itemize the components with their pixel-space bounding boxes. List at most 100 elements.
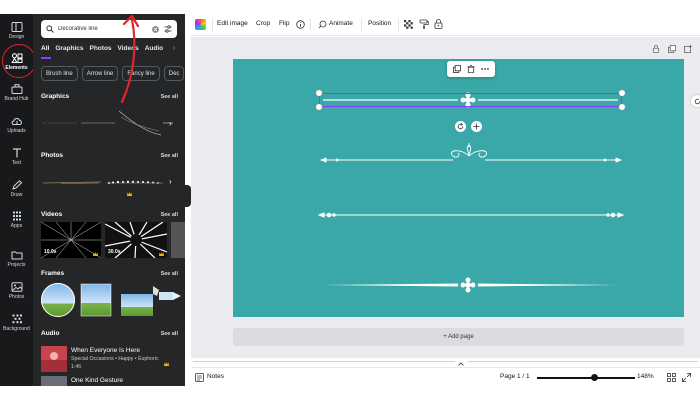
search-input[interactable] — [58, 26, 152, 32]
rail-label: Text — [11, 160, 22, 166]
rail-label: Uploads — [7, 128, 26, 134]
position-button[interactable]: Position — [368, 20, 391, 27]
rail-item-text[interactable]: Text — [0, 144, 33, 174]
chip-fancy-line[interactable]: Fancy line — [122, 66, 160, 81]
fullscreen-icon[interactable] — [682, 373, 691, 382]
flip-button[interactable]: Flip — [279, 20, 289, 27]
edit-image-button[interactable]: Edit image — [217, 20, 248, 27]
page-indicator[interactable]: Page 1 / 1 — [500, 373, 530, 380]
photos-thumbnails[interactable] — [41, 169, 173, 199]
tab-videos[interactable]: Videos — [118, 45, 139, 57]
color-picker[interactable] — [195, 19, 206, 30]
rail-item-background[interactable]: Background — [0, 310, 33, 340]
chevron-right-icon[interactable]: › — [173, 45, 175, 52]
rail-item-uploads[interactable]: Uploads — [0, 112, 33, 142]
grid-apps-icon — [12, 211, 21, 221]
add-page-icon[interactable] — [684, 45, 692, 53]
rail-item-draw[interactable]: Draw — [0, 176, 33, 206]
selection-box[interactable] — [316, 90, 625, 110]
notes-button[interactable]: Notes — [207, 373, 224, 380]
text-t-icon — [12, 148, 21, 158]
resize-handle[interactable] — [619, 90, 625, 96]
rail-label: Projects — [7, 262, 26, 268]
album-art[interactable] — [41, 376, 67, 386]
rail-item-apps[interactable]: Apps — [0, 207, 33, 237]
info-icon[interactable] — [296, 20, 305, 29]
zoom-level[interactable]: 148% — [637, 373, 654, 380]
track-duration: 1:46 — [71, 364, 82, 370]
resize-handle[interactable] — [619, 104, 625, 110]
zoom-slider-track[interactable] — [537, 377, 635, 379]
rail-item-photos[interactable]: Photos — [0, 278, 33, 308]
chevron-up-icon — [458, 362, 464, 366]
editor-toolbar: Edit image Crop Flip Animate Position — [191, 14, 700, 36]
videos-see-all[interactable]: See all — [161, 212, 178, 218]
rail-label: Photos — [8, 294, 25, 300]
add-page-button[interactable]: + Add page — [233, 328, 684, 346]
chip-brush-line[interactable]: Brush line — [41, 66, 78, 81]
graphics-see-all[interactable]: See all — [161, 94, 178, 100]
grid-view-icon[interactable] — [667, 373, 676, 382]
toolbar-divider — [310, 19, 311, 31]
tab-graphics[interactable]: Graphics — [55, 45, 83, 57]
clear-icon[interactable] — [152, 25, 159, 33]
trash-icon[interactable] — [467, 65, 475, 73]
filter-icon[interactable] — [164, 25, 172, 33]
folder-icon — [11, 251, 22, 260]
animate-button[interactable]: Animate — [329, 20, 353, 27]
lock-icon[interactable] — [652, 45, 660, 53]
crop-button[interactable]: Crop — [256, 20, 270, 27]
chip-dec[interactable]: Dec — [163, 66, 185, 81]
design-page[interactable] — [233, 59, 684, 317]
photos-title: Photos — [41, 152, 64, 159]
notes-icon[interactable] — [195, 373, 204, 382]
frames-thumbnails[interactable] — [41, 282, 185, 318]
pattern-icon — [12, 314, 22, 324]
chevron-right-icon[interactable]: › — [169, 177, 179, 187]
video-thumbnail[interactable]: 30.0s — [105, 222, 167, 258]
graphics-thumbnails[interactable] — [41, 109, 173, 139]
element-mini-toolbar — [447, 61, 495, 77]
chevron-right-icon[interactable]: › — [169, 119, 179, 129]
crown-icon — [127, 192, 132, 196]
rail-label: Apps — [10, 223, 23, 229]
lock-icon[interactable] — [434, 19, 443, 29]
animate-icon[interactable] — [318, 20, 327, 29]
rail-label: Design — [8, 34, 25, 40]
toolbar-divider — [398, 19, 399, 31]
rail-item-design[interactable]: Design — [0, 18, 33, 48]
decorative-line-3 — [317, 212, 625, 218]
search-bar[interactable] — [41, 20, 177, 38]
paint-roller-icon[interactable] — [419, 19, 429, 29]
tab-photos[interactable]: Photos — [90, 45, 112, 57]
duplicate-icon[interactable] — [668, 45, 676, 53]
refresh-icon[interactable] — [691, 95, 700, 107]
duplicate-icon[interactable] — [453, 65, 461, 73]
track-title[interactable]: When Everyone Is Here — [71, 347, 140, 354]
album-art[interactable] — [41, 346, 67, 372]
frames-see-all[interactable]: See all — [161, 271, 178, 277]
video-duration: 30.0s — [108, 249, 121, 255]
resize-handle[interactable] — [316, 104, 322, 110]
horizontal-scrollbar[interactable] — [193, 360, 698, 363]
rail-item-projects[interactable]: Projects — [0, 246, 33, 276]
more-options-icon[interactable] — [481, 65, 489, 73]
transparency-icon[interactable] — [404, 20, 413, 29]
resize-handle[interactable] — [316, 90, 322, 96]
photos-see-all[interactable]: See all — [161, 153, 178, 159]
rail-item-elements[interactable]: Elements — [0, 49, 33, 79]
rail-label: Brand Hub — [4, 96, 29, 102]
chip-arrow-line[interactable]: Arrow line — [81, 66, 119, 81]
tab-audio[interactable]: Audio — [145, 45, 163, 57]
audio-see-all[interactable]: See all — [161, 331, 178, 337]
tab-all[interactable]: All — [41, 45, 49, 57]
rail-item-brand-hub[interactable]: Brand Hub — [0, 80, 33, 110]
decorative-line-4 — [323, 277, 618, 293]
track-title[interactable]: One Kind Gesture — [71, 377, 123, 384]
active-tab-underline — [41, 57, 51, 59]
move-icon[interactable] — [471, 121, 482, 132]
zoom-slider-knob[interactable] — [591, 374, 599, 381]
video-thumbnail[interactable]: 10.0s — [41, 222, 101, 258]
video-thumbnail-partial[interactable] — [171, 222, 185, 258]
rotate-icon[interactable] — [455, 121, 466, 132]
